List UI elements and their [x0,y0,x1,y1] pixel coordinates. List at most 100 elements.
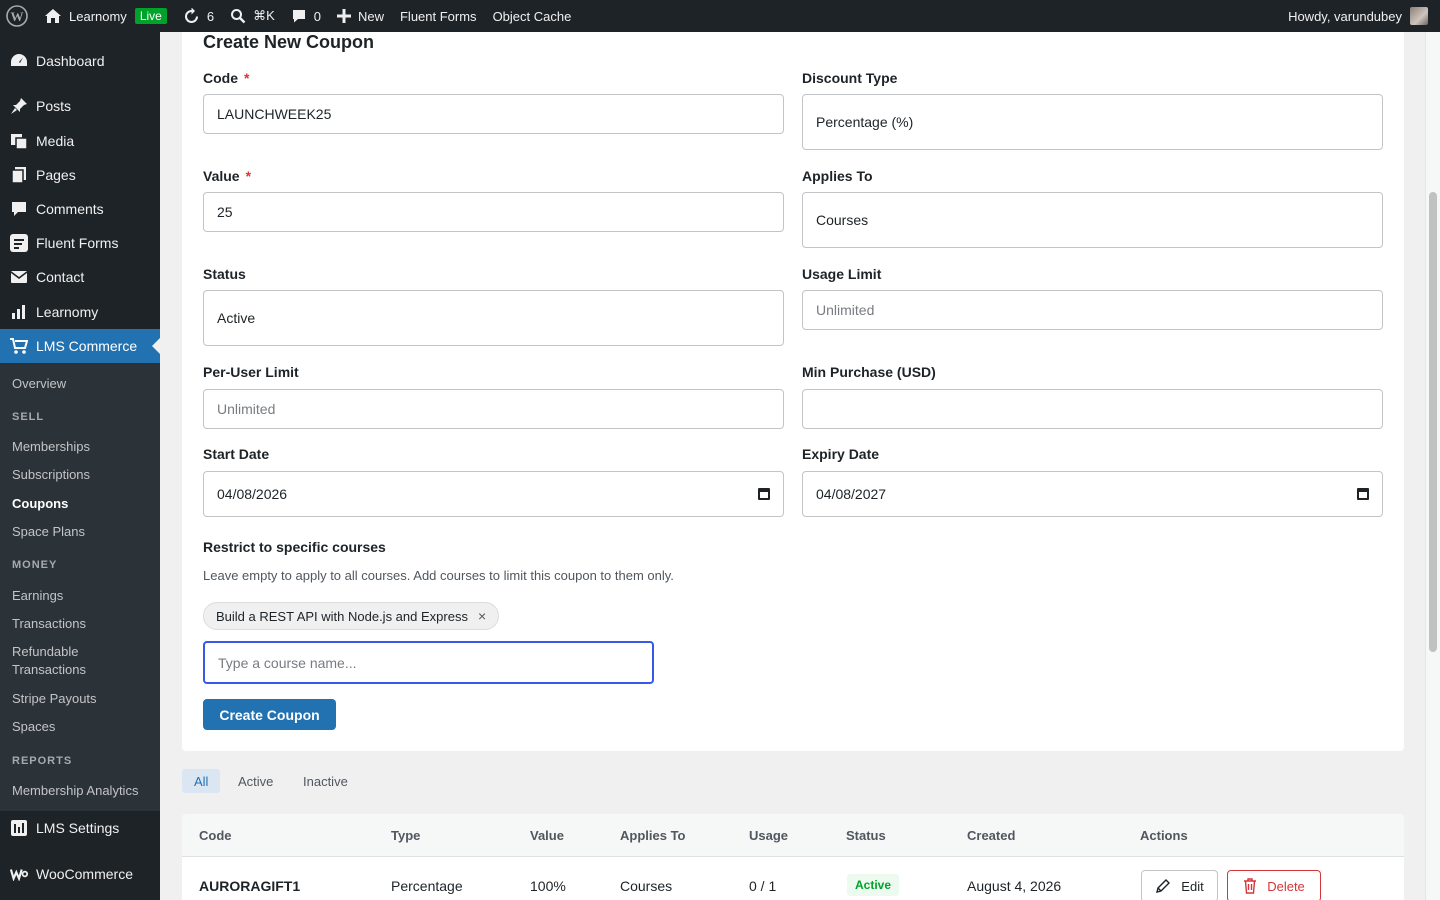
cell-type: Percentage [391,878,463,894]
cell-usage: 0 / 1 [749,878,777,894]
discount-type-label: Discount Type [802,70,898,86]
search-menu[interactable]: ⌘K [222,0,283,32]
sidebar-item-comments[interactable]: Comments [0,192,160,226]
usage-limit-input[interactable]: Unlimited [802,290,1383,330]
chart-icon [10,303,28,321]
submenu-overview[interactable]: Overview [12,375,66,393]
column-header-usage: Usage [749,828,789,843]
usage-limit-label: Usage Limit [802,266,882,282]
woo-icon [10,865,28,883]
tab-all[interactable]: All [182,769,221,793]
sidebar-item-dashboard[interactable]: Dashboard [0,44,160,78]
discount-type-select[interactable]: Percentage (%) [802,94,1383,150]
expiry-date-input[interactable]: 04/08/2027 [802,471,1383,517]
required-mark: * [244,70,250,86]
restrict-courses-label: Restrict to specific courses [203,539,386,555]
sidebar-item-lms-settings[interactable]: LMS Settings [0,811,160,845]
calendar-icon[interactable] [758,488,770,500]
submenu-heading-reports: REPORTS [12,755,73,767]
tab-inactive[interactable]: Inactive [291,769,360,793]
submenu-stripe-payouts[interactable]: Stripe Payouts [12,690,97,708]
per-user-limit-input[interactable]: Unlimited [203,389,784,429]
min-purchase-label: Min Purchase (USD) [802,364,936,380]
expiry-date-label: Expiry Date [802,446,880,462]
sidebar-item-contact[interactable]: Contact [0,260,160,294]
submenu-coupons[interactable]: Coupons [12,495,68,513]
submenu-refundable-line2: Transactions [12,662,86,677]
submenu-subscriptions[interactable]: Subscriptions [12,466,90,484]
avatar [1410,7,1428,25]
sidebar-item-label: WooCommerce [36,866,133,882]
page-scrollbar[interactable] [1425,32,1440,900]
coupons-table: Code Type Value Applies To Usage Status … [182,814,1404,900]
fluent-forms-link[interactable]: Fluent Forms [392,0,485,32]
sidebar-item-pages[interactable]: Pages [0,158,160,192]
start-date-value: 04/08/2026 [217,486,288,502]
edit-button[interactable]: Edit [1141,870,1218,900]
pin-icon [10,97,28,115]
site-menu[interactable]: Learnomy Live [36,0,175,32]
comment-icon [292,10,305,23]
column-header-value: Value [530,828,564,843]
sidebar-item-label: LMS Commerce [36,338,138,354]
course-search-input[interactable]: Type a course name... [203,641,654,684]
submenu-membership-analytics[interactable]: Membership Analytics [12,782,138,800]
sidebar-item-label: Pages [36,167,76,183]
new-content-menu[interactable]: New [329,0,392,32]
submenu-memberships[interactable]: Memberships [12,438,90,456]
sidebar-item-media[interactable]: Media [0,124,160,158]
refresh-icon [184,7,198,23]
comments-count: 0 [313,8,321,24]
applies-to-select[interactable]: Courses [802,192,1383,248]
account-menu[interactable]: Howdy, varundubey [1280,0,1440,32]
selected-course-name: Build a REST API with Node.js and Expres… [216,608,468,624]
calendar-icon[interactable] [1357,488,1369,500]
submenu-refundable-transactions[interactable]: Refundable Transactions [12,643,86,679]
cell-applies-to: Courses [620,878,673,894]
cell-created: August 4, 2026 [967,878,1062,894]
submenu-transactions[interactable]: Transactions [12,615,86,633]
cell-value: 100% [530,878,566,894]
updates-menu[interactable]: 6 [175,0,222,32]
start-date-input[interactable]: 04/08/2026 [203,471,784,517]
svg-text:W: W [11,9,24,24]
submenu-refundable-line1: Refundable [12,644,79,659]
submenu-space-plans[interactable]: Space Plans [12,523,85,541]
wordpress-logo-icon[interactable]: W [0,0,36,32]
tab-active[interactable]: Active [226,769,285,793]
search-shortcut: ⌘K [253,8,275,23]
delete-label: Delete [1267,878,1305,894]
status-label: Status [203,266,246,282]
dashboard-icon [10,52,28,70]
delete-button[interactable]: Delete [1227,870,1321,900]
column-header-actions: Actions [1140,828,1188,843]
value-label-text: Value [203,168,240,184]
settings-icon [10,819,28,837]
sidebar-item-woocommerce[interactable]: WooCommerce [0,857,160,891]
envelope-icon [10,268,28,286]
cell-code: AURORAGIFT1 [199,878,301,894]
scrollbar-thumb[interactable] [1429,192,1437,652]
close-icon[interactable]: × [478,608,486,624]
expiry-date-value: 04/08/2027 [816,486,887,502]
submenu-heading-money: MONEY [12,559,58,571]
min-purchase-input[interactable] [802,389,1383,429]
comments-menu[interactable]: 0 [283,0,329,32]
sidebar-item-lms-commerce[interactable]: LMS Commerce [0,329,160,363]
submenu-earnings[interactable]: Earnings [12,587,63,605]
sidebar-item-learnomy[interactable]: Learnomy [0,295,160,329]
pencil-icon [1156,879,1171,893]
value-input[interactable]: 25 [203,192,784,232]
status-select[interactable]: Active [203,290,784,346]
sidebar-item-posts[interactable]: Posts [0,89,160,123]
submenu-spaces[interactable]: Spaces [12,718,55,736]
object-cache-link[interactable]: Object Cache [485,0,580,32]
sidebar-item-label: Fluent Forms [36,235,119,251]
admin-sidebar: Dashboard Posts Media Pages Comments Flu… [0,32,160,900]
sidebar-item-label: Media [36,133,75,149]
howdy-text: Howdy, varundubey [1288,8,1402,24]
create-coupon-button[interactable]: Create Coupon [203,699,336,730]
code-input[interactable]: LAUNCHWEEK25 [203,94,784,134]
sidebar-item-fluent-forms[interactable]: Fluent Forms [0,226,160,260]
code-label: Code * [203,70,249,86]
